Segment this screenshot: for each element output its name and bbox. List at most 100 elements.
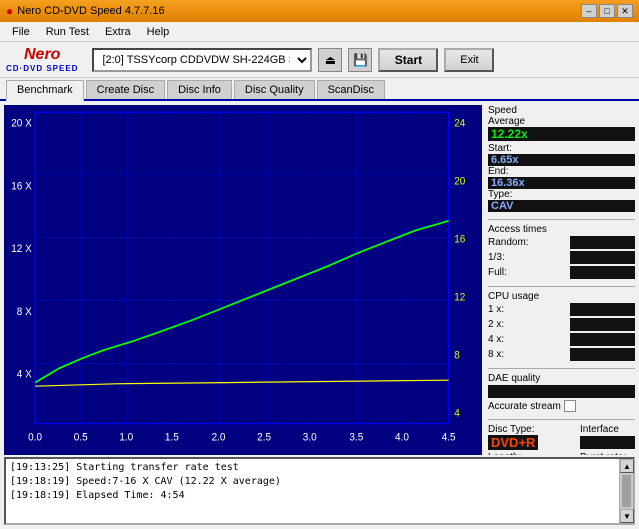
dae-label: DAE quality <box>488 373 540 384</box>
tab-create-disc[interactable]: Create Disc <box>86 80 165 99</box>
log-entry-2: [19:18:19] Speed:7-16 X CAV (12.22 X ave… <box>10 475 615 489</box>
disc-type-label: Disc Type: <box>488 424 535 435</box>
title-bar: ● Nero CD-DVD Speed 4.7.7.16 – □ ✕ <box>0 0 639 22</box>
cpu-8x-bar <box>570 348 635 361</box>
menu-help[interactable]: Help <box>139 24 178 40</box>
svg-text:4 X: 4 X <box>17 369 32 380</box>
speed-label: Speed <box>488 105 517 116</box>
speed-start-value: 6.65x <box>488 154 635 166</box>
cpu-4x-bar <box>570 333 635 346</box>
svg-text:0.0: 0.0 <box>28 432 42 443</box>
access-times-label: Access times <box>488 224 547 235</box>
scroll-up-button[interactable]: ▲ <box>620 459 634 473</box>
accurate-stream-row: Accurate stream <box>488 400 635 412</box>
svg-text:8: 8 <box>454 350 460 361</box>
tab-benchmark[interactable]: Benchmark <box>6 80 84 101</box>
chart-svg: 20 X 16 X 12 X 8 X 4 X 24 20 16 12 8 4 <box>4 105 482 455</box>
onethird-value-bar <box>570 251 635 264</box>
save-icon[interactable]: 💾 <box>348 48 372 72</box>
svg-text:24: 24 <box>454 118 465 129</box>
disc-section: Disc Type: DVD+R Interface Length: 4.38 … <box>488 424 635 455</box>
svg-text:8 X: 8 X <box>17 307 32 318</box>
full-value-bar <box>570 266 635 279</box>
main-area: 20 X 16 X 12 X 8 X 4 X 24 20 16 12 8 4 <box>0 101 639 455</box>
menu-file[interactable]: File <box>4 24 38 40</box>
accurate-stream-checkbox[interactable] <box>564 400 576 412</box>
interface-value-bar <box>580 436 635 449</box>
svg-text:4.5: 4.5 <box>442 432 456 443</box>
chart-area: 20 X 16 X 12 X 8 X 4 X 24 20 16 12 8 4 <box>4 105 482 455</box>
svg-text:1.5: 1.5 <box>165 432 179 443</box>
scroll-thumb[interactable] <box>622 475 631 507</box>
app-window: ● Nero CD-DVD Speed 4.7.7.16 – □ ✕ File … <box>0 0 639 529</box>
start-button[interactable]: Start <box>378 48 438 72</box>
svg-text:0.5: 0.5 <box>74 432 88 443</box>
window-title: Nero CD-DVD Speed 4.7.7.16 <box>17 5 164 17</box>
speed-end-value: 16.36x <box>488 177 635 189</box>
cpu-4x-label: 4 x: <box>488 334 504 345</box>
log-scrollbar: ▲ ▼ <box>619 459 633 523</box>
cpu-1x-label: 1 x: <box>488 304 504 315</box>
log-content: [19:13:25] Starting transfer rate test [… <box>6 459 619 523</box>
tab-scan-disc[interactable]: ScanDisc <box>317 80 385 99</box>
full-label: Full: <box>488 267 507 278</box>
minimize-button[interactable]: – <box>581 4 597 18</box>
speed-average-value: 12.22x <box>488 127 635 141</box>
svg-text:20: 20 <box>454 176 465 187</box>
tabs-bar: Benchmark Create Disc Disc Info Disc Qua… <box>0 78 639 101</box>
cpu-8x-label: 8 x: <box>488 349 504 360</box>
menu-extra[interactable]: Extra <box>97 24 139 40</box>
close-button[interactable]: ✕ <box>617 4 633 18</box>
svg-text:3.5: 3.5 <box>349 432 363 443</box>
interface-label: Interface <box>580 424 619 435</box>
logo: Nero CD·DVD SPEED <box>6 46 78 73</box>
toolbar: Nero CD·DVD SPEED [2:0] TSSYcorp CDDVDW … <box>0 42 639 78</box>
drive-selector[interactable]: [2:0] TSSYcorp CDDVDW SH-224GB SB00 <box>92 48 312 72</box>
svg-text:1.0: 1.0 <box>119 432 133 443</box>
svg-text:16 X: 16 X <box>11 181 32 192</box>
maximize-button[interactable]: □ <box>599 4 615 18</box>
onethird-label: 1/3: <box>488 252 505 263</box>
cpu-section: CPU usage 1 x: 2 x: 4 x: 8 x: <box>488 291 635 361</box>
speed-type-value: CAV <box>488 200 635 212</box>
speed-start-label: Start: <box>488 143 512 154</box>
log-entry-1: [19:13:25] Starting transfer rate test <box>10 461 615 475</box>
menu-run-test[interactable]: Run Test <box>38 24 97 40</box>
accurate-stream-label: Accurate stream <box>488 401 561 412</box>
menu-bar: File Run Test Extra Help <box>0 22 639 42</box>
svg-text:12: 12 <box>454 292 465 303</box>
speed-end-label: End: <box>488 166 509 177</box>
svg-text:20 X: 20 X <box>11 118 32 129</box>
disc-type-value: DVD+R <box>488 435 538 450</box>
tab-disc-info[interactable]: Disc Info <box>167 80 232 99</box>
title-bar-left: ● Nero CD-DVD Speed 4.7.7.16 <box>6 4 165 18</box>
length-label: Length: <box>488 452 521 455</box>
cpu-2x-label: 2 x: <box>488 319 504 330</box>
cpu-2x-bar <box>570 318 635 331</box>
speed-average-label: Average <box>488 116 525 127</box>
app-icon: ● <box>6 4 13 18</box>
speed-section: Speed Average 12.22x Start: 6.65x End: 1… <box>488 105 635 212</box>
dae-value-bar <box>488 385 635 398</box>
logo-nero: Nero <box>24 46 60 64</box>
svg-text:16: 16 <box>454 234 465 245</box>
svg-text:12 X: 12 X <box>11 244 32 255</box>
svg-text:3.0: 3.0 <box>303 432 317 443</box>
tab-disc-quality[interactable]: Disc Quality <box>234 80 315 99</box>
random-label: Random: <box>488 237 529 248</box>
access-times-section: Access times Random: 1/3: Full: <box>488 224 635 279</box>
eject-icon[interactable]: ⏏ <box>318 48 342 72</box>
svg-text:2.0: 2.0 <box>212 432 226 443</box>
exit-button[interactable]: Exit <box>444 48 494 72</box>
log-entry-3: [19:18:19] Elapsed Time: 4:54 <box>10 489 615 503</box>
stats-panel: Speed Average 12.22x Start: 6.65x End: 1… <box>484 101 639 455</box>
svg-text:2.5: 2.5 <box>257 432 271 443</box>
random-value-bar <box>570 236 635 249</box>
scroll-down-button[interactable]: ▼ <box>620 509 634 523</box>
cpu-1x-bar <box>570 303 635 316</box>
cpu-label: CPU usage <box>488 291 539 302</box>
burst-label: Burst rate: <box>580 452 626 455</box>
log-area: [19:13:25] Starting transfer rate test [… <box>4 457 635 525</box>
window-controls: – □ ✕ <box>581 4 633 18</box>
svg-text:4.0: 4.0 <box>395 432 409 443</box>
